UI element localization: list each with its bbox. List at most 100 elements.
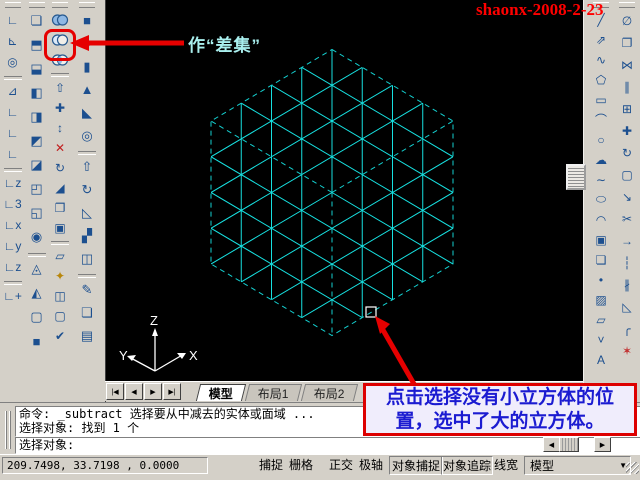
- toolbar-grip[interactable]: [79, 2, 95, 8]
- ucs-icon[interactable]: ∟: [2, 11, 23, 29]
- z-rotate-ucs-icon[interactable]: ∟z: [2, 258, 23, 276]
- next-tab-button[interactable]: ▶: [144, 383, 162, 400]
- setup-drawing-icon[interactable]: ✎: [74, 280, 100, 299]
- delete-faces-icon[interactable]: ✕: [49, 139, 71, 156]
- offset-icon[interactable]: ∥: [615, 77, 639, 96]
- ucs-previous-icon[interactable]: ⊾: [2, 32, 23, 50]
- color-faces-icon[interactable]: ▣: [49, 219, 71, 236]
- face-ucs-icon[interactable]: ∟: [2, 103, 23, 121]
- copy-faces-icon[interactable]: ❐: [49, 199, 71, 216]
- toolbar-grip[interactable]: [4, 2, 21, 8]
- move-faces-icon[interactable]: ✚: [49, 99, 71, 116]
- construction-line-icon[interactable]: ⇗: [588, 31, 614, 48]
- array-icon[interactable]: ⊞: [615, 99, 639, 118]
- break-at-point-icon[interactable]: ┆: [615, 253, 639, 272]
- polar-toggle[interactable]: 极轴: [356, 456, 386, 473]
- clean-icon[interactable]: ✦: [49, 267, 71, 284]
- 2d-wireframe-style-icon[interactable]: ◬: [26, 259, 47, 279]
- hidden-style-icon[interactable]: ▢: [26, 307, 47, 327]
- cone-icon[interactable]: ▲: [74, 80, 100, 99]
- check-icon[interactable]: ✔: [49, 327, 71, 344]
- region-icon[interactable]: ▱: [588, 311, 614, 328]
- model-space-toggle[interactable]: 模型 ▼: [524, 456, 631, 475]
- drawing-canvas[interactable]: Z X Y: [105, 0, 583, 381]
- shell-icon[interactable]: ▢: [49, 307, 71, 324]
- circle-icon[interactable]: ○: [588, 131, 614, 148]
- sw-isometric-view-icon[interactable]: ◰: [26, 179, 47, 199]
- revision-cloud-icon[interactable]: ☁: [588, 151, 614, 168]
- chamfer-icon[interactable]: ◺: [615, 297, 639, 316]
- ellipse-arc-icon[interactable]: ◠: [588, 211, 614, 228]
- prev-tab-button[interactable]: ◀: [125, 383, 143, 400]
- grid-toggle[interactable]: 栅格: [286, 456, 316, 473]
- snap-toggle[interactable]: 捕捉: [256, 456, 286, 473]
- more-tools-icon[interactable]: ˅: [588, 331, 614, 348]
- named-views-icon[interactable]: ❏: [26, 11, 47, 31]
- object-ucs-icon[interactable]: ⊿: [2, 82, 23, 100]
- separate-solids-icon[interactable]: ◫: [49, 287, 71, 304]
- shaded-style-icon[interactable]: ■: [26, 331, 47, 351]
- setup-profile-icon[interactable]: ▤: [74, 326, 100, 345]
- extrude-icon[interactable]: ⇧: [74, 157, 100, 176]
- spline-icon[interactable]: ∼: [588, 171, 614, 188]
- camera-icon[interactable]: ◉: [26, 227, 47, 247]
- tab-布局2[interactable]: 布局2: [300, 384, 358, 401]
- front-view-icon[interactable]: ◩: [26, 131, 47, 151]
- scale-icon[interactable]: ▢: [615, 165, 639, 184]
- hatch-icon[interactable]: ▨: [588, 291, 614, 308]
- sphere-icon[interactable]: ●: [74, 34, 100, 53]
- se-isometric-view-icon[interactable]: ◱: [26, 203, 47, 223]
- break-icon[interactable]: ∦: [615, 275, 639, 294]
- imprint-icon[interactable]: ▱: [49, 247, 71, 264]
- arc-icon[interactable]: ⌒: [588, 111, 614, 128]
- polyline-icon[interactable]: ∿: [588, 51, 614, 68]
- wedge-icon[interactable]: ◣: [74, 103, 100, 122]
- back-view-icon[interactable]: ◪: [26, 155, 47, 175]
- ellipse-icon[interactable]: ⬭: [588, 191, 614, 208]
- box-icon[interactable]: ■: [74, 11, 100, 30]
- floating-toolbar-handle[interactable]: [566, 164, 586, 190]
- setup-view-icon[interactable]: ❏: [74, 303, 100, 322]
- insert-block-icon[interactable]: ▣: [588, 231, 614, 248]
- interfere-icon[interactable]: ◫: [74, 249, 100, 268]
- rotate-faces-icon[interactable]: ↻: [49, 159, 71, 176]
- mirror-icon[interactable]: ⋈: [615, 55, 639, 74]
- y-rotate-ucs-icon[interactable]: ∟y: [2, 237, 23, 255]
- rotate-icon[interactable]: ↻: [615, 143, 639, 162]
- ortho-toggle[interactable]: 正交: [326, 456, 356, 473]
- revolve-icon[interactable]: ↻: [74, 180, 100, 199]
- osnap-toggle[interactable]: 对象捕捉: [389, 456, 443, 475]
- origin-ucs-icon[interactable]: ∟: [2, 145, 23, 163]
- extrude-faces-icon[interactable]: ⇧: [49, 79, 71, 96]
- 3-point-ucs-icon[interactable]: ∟3: [2, 195, 23, 213]
- model-space-dropdown-arrow[interactable]: ▼: [616, 461, 630, 470]
- bottom-view-icon[interactable]: ⬓: [26, 59, 47, 79]
- make-block-icon[interactable]: ❏: [588, 251, 614, 268]
- world-ucs-icon[interactable]: ◎: [2, 53, 23, 71]
- command-window-grip[interactable]: [5, 411, 12, 449]
- explode-icon[interactable]: ✶: [615, 341, 639, 360]
- first-tab-button[interactable]: |◀: [106, 383, 124, 400]
- slice-icon[interactable]: ◺: [74, 203, 100, 222]
- taper-faces-icon[interactable]: ◢: [49, 179, 71, 196]
- toolbar-grip[interactable]: [28, 2, 45, 8]
- point-icon[interactable]: •: [588, 271, 614, 288]
- extend-icon[interactable]: →: [615, 231, 639, 250]
- copy-icon[interactable]: ❐: [615, 33, 639, 52]
- last-tab-button[interactable]: ▶|: [163, 383, 181, 400]
- erase-icon[interactable]: ∅: [615, 11, 639, 30]
- toolbar-grip[interactable]: [52, 2, 68, 8]
- right-view-icon[interactable]: ◨: [26, 107, 47, 127]
- toolbar-grip[interactable]: [619, 2, 635, 8]
- lineweight-toggle[interactable]: 线宽: [491, 456, 521, 473]
- trim-icon[interactable]: ✂: [615, 209, 639, 228]
- view-ucs-icon[interactable]: ∟: [2, 124, 23, 142]
- cylinder-icon[interactable]: ▮: [74, 57, 100, 76]
- hscroll-thumb[interactable]: [559, 437, 579, 452]
- otrack-toggle[interactable]: 对象追踪: [441, 456, 493, 475]
- left-view-icon[interactable]: ◧: [26, 83, 47, 103]
- multiline-text-icon[interactable]: A: [588, 351, 614, 368]
- hscroll-left-button[interactable]: ◀: [543, 437, 560, 452]
- tab-布局1[interactable]: 布局1: [244, 384, 302, 401]
- z-axis-vector-ucs-icon[interactable]: ∟z: [2, 174, 23, 192]
